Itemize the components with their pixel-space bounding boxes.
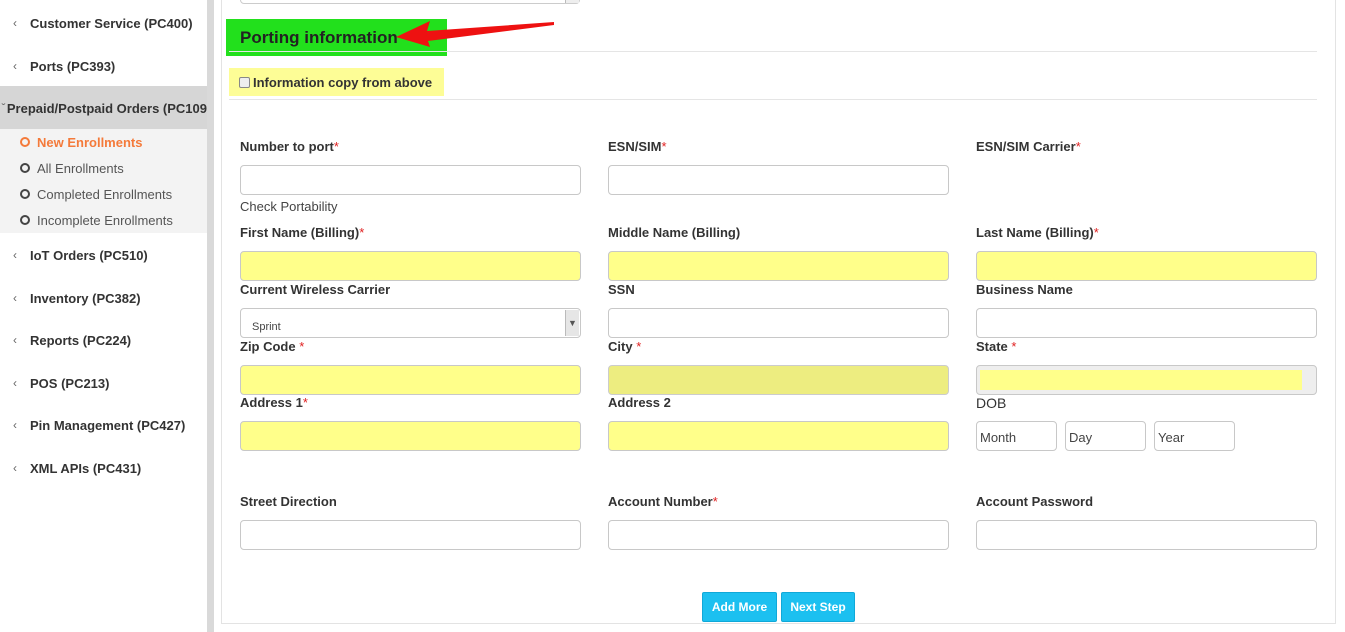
- submenu-new-enrollments[interactable]: New Enrollments: [0, 129, 207, 155]
- submenu-label: Completed Enrollments: [37, 186, 173, 202]
- account-password-input[interactable]: [976, 520, 1317, 550]
- circle-icon: [20, 137, 30, 147]
- nav-prepaid-postpaid-orders[interactable]: ˇ Prepaid/Postpaid Orders (PC109: [0, 86, 207, 130]
- chevron-left-icon: ‹: [13, 59, 17, 73]
- nav-label: Customer Service (PC400): [30, 15, 193, 31]
- submenu-completed-enrollments[interactable]: Completed Enrollments: [0, 181, 207, 207]
- nav-inventory[interactable]: ‹ Inventory (PC382): [0, 282, 207, 314]
- submenu-label: New Enrollments: [37, 134, 143, 150]
- middle-name-label: Middle Name (Billing): [608, 225, 741, 240]
- nav-pin-management[interactable]: ‹ Pin Management (PC427): [0, 409, 207, 441]
- orders-submenu: New Enrollments All Enrollments Complete…: [0, 129, 207, 233]
- nav-label: Pin Management (PC427): [30, 417, 186, 433]
- section-title-text: Porting information: [240, 27, 398, 47]
- last-name-label: Last Name (Billing)*: [976, 225, 1099, 240]
- middle-name-input[interactable]: [608, 251, 949, 281]
- divider: [229, 99, 1317, 100]
- dob-day-input[interactable]: Day: [1065, 421, 1146, 451]
- account-number-input[interactable]: [608, 520, 949, 550]
- dob-month-input[interactable]: Month: [976, 421, 1057, 451]
- nav-label: XML APIs (PC431): [30, 460, 142, 476]
- dob-label: DOB: [976, 395, 1007, 411]
- submenu-label: All Enrollments: [37, 160, 124, 176]
- current-carrier-select[interactable]: Sprint ▼: [240, 308, 581, 338]
- business-name-label: Business Name: [976, 282, 1073, 297]
- account-password-label: Account Password: [976, 494, 1094, 509]
- nav-label: POS (PC213): [30, 375, 110, 391]
- zip-code-label: Zip Code *: [240, 339, 305, 354]
- nav-iot-orders[interactable]: ‹ IoT Orders (PC510): [0, 239, 207, 271]
- esn-sim-label: ESN/SIM*: [608, 139, 667, 154]
- nav-label: Ports (PC393): [30, 58, 116, 74]
- state-highlight: [980, 370, 1302, 390]
- circle-icon: [20, 189, 30, 199]
- nav-xml-apis[interactable]: ‹ XML APIs (PC431): [0, 452, 207, 484]
- account-number-label: Account Number*: [608, 494, 718, 509]
- address1-label: Address 1*: [240, 395, 308, 410]
- sidebar: ‹ Customer Service (PC400) ‹ Ports (PC39…: [0, 0, 207, 632]
- address1-input[interactable]: [240, 421, 581, 451]
- chevron-left-icon: ‹: [13, 291, 17, 305]
- submenu-incomplete-enrollments[interactable]: Incomplete Enrollments: [0, 207, 207, 233]
- address2-input[interactable]: [608, 421, 949, 451]
- ssn-input[interactable]: [608, 308, 949, 338]
- chevron-left-icon: ‹: [13, 418, 17, 432]
- city-label: City *: [608, 339, 642, 354]
- zip-code-input[interactable]: [240, 365, 581, 395]
- esn-sim-input[interactable]: [608, 165, 949, 195]
- circle-icon: [20, 215, 30, 225]
- copy-from-above-checkbox[interactable]: Information copy from above: [229, 68, 444, 96]
- check-portability-link[interactable]: Check Portability: [240, 199, 338, 214]
- divider: [229, 51, 1317, 52]
- current-carrier-label: Current Wireless Carrier: [240, 282, 391, 297]
- chevron-left-icon: ‹: [13, 376, 17, 390]
- sidebar-scrollbar[interactable]: [207, 0, 214, 632]
- chevron-down-icon: ˇ: [1, 101, 6, 115]
- city-input[interactable]: [608, 365, 949, 395]
- nav-label: Reports (PC224): [30, 332, 132, 348]
- nav-label: Prepaid/Postpaid Orders (PC109: [6, 100, 207, 116]
- circle-icon: [20, 163, 30, 173]
- chevron-left-icon: ‹: [13, 16, 17, 30]
- checkbox-icon[interactable]: [239, 76, 250, 88]
- chevron-left-icon: ‹: [13, 461, 17, 475]
- dob-year-input[interactable]: Year: [1154, 421, 1235, 451]
- current-carrier-value: Sprint: [252, 321, 281, 333]
- previous-select-field[interactable]: [240, 0, 580, 4]
- red-arrow-icon: [396, 21, 554, 47]
- copy-from-above-label: Information copy from above: [253, 74, 433, 90]
- submenu-all-enrollments[interactable]: All Enrollments: [0, 155, 207, 181]
- select-arrow: [565, 0, 579, 3]
- state-input[interactable]: [976, 365, 1317, 395]
- first-name-input[interactable]: [240, 251, 581, 281]
- next-step-button[interactable]: Next Step: [781, 592, 855, 622]
- last-name-input[interactable]: [976, 251, 1317, 281]
- nav-label: IoT Orders (PC510): [30, 247, 148, 263]
- add-more-button[interactable]: Add More: [702, 592, 777, 622]
- ssn-label: SSN: [608, 282, 635, 297]
- nav-label: Inventory (PC382): [30, 290, 141, 306]
- nav-pos[interactable]: ‹ POS (PC213): [0, 367, 207, 399]
- street-direction-input[interactable]: [240, 520, 581, 550]
- chevron-down-icon: ▼: [565, 310, 579, 336]
- first-name-label: First Name (Billing)*: [240, 225, 365, 240]
- esn-sim-carrier-label: ESN/SIM Carrier*: [976, 139, 1081, 154]
- nav-reports[interactable]: ‹ Reports (PC224): [0, 324, 207, 356]
- number-to-port-label: Number to port*: [240, 139, 339, 154]
- state-label: State *: [976, 339, 1017, 354]
- street-direction-label: Street Direction: [240, 494, 337, 509]
- submenu-label: Incomplete Enrollments: [37, 212, 173, 228]
- business-name-input[interactable]: [976, 308, 1317, 338]
- address2-label: Address 2: [608, 395, 671, 410]
- nav-ports[interactable]: ‹ Ports (PC393): [0, 50, 207, 82]
- chevron-left-icon: ‹: [13, 333, 17, 347]
- chevron-left-icon: ‹: [13, 248, 17, 262]
- number-to-port-input[interactable]: [240, 165, 581, 195]
- nav-customer-service[interactable]: ‹ Customer Service (PC400): [0, 7, 207, 39]
